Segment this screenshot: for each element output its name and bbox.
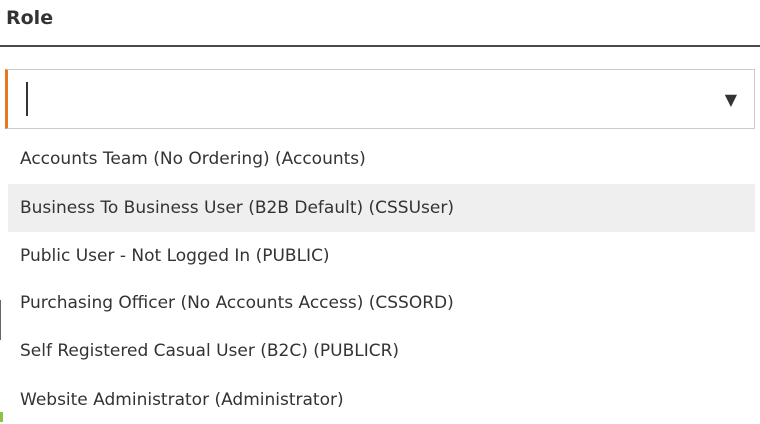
- role-options-list: Accounts Team (No Ordering) (Accounts) B…: [8, 136, 755, 424]
- role-option[interactable]: Self Registered Casual User (B2C) (PUBLI…: [8, 327, 755, 376]
- role-option[interactable]: Public User - Not Logged In (PUBLIC): [8, 232, 755, 281]
- section-divider: [0, 45, 760, 47]
- text-cursor: [26, 82, 28, 116]
- role-label: Role: [6, 7, 54, 29]
- dropdown-arrow-icon[interactable]: ▼: [725, 92, 737, 108]
- role-option[interactable]: Website Administrator (Administrator): [8, 376, 755, 424]
- background-edge-mark: [0, 300, 1, 340]
- role-option[interactable]: Business To Business User (B2B Default) …: [8, 184, 755, 232]
- role-form-section: Role ▼ Accounts Team (No Ordering) (Acco…: [0, 0, 760, 424]
- role-option[interactable]: Accounts Team (No Ordering) (Accounts): [8, 136, 755, 184]
- role-select-input[interactable]: ▼: [5, 69, 755, 129]
- background-green-mark: [0, 412, 3, 422]
- role-option[interactable]: Purchasing Officer (No Accounts Access) …: [8, 281, 755, 327]
